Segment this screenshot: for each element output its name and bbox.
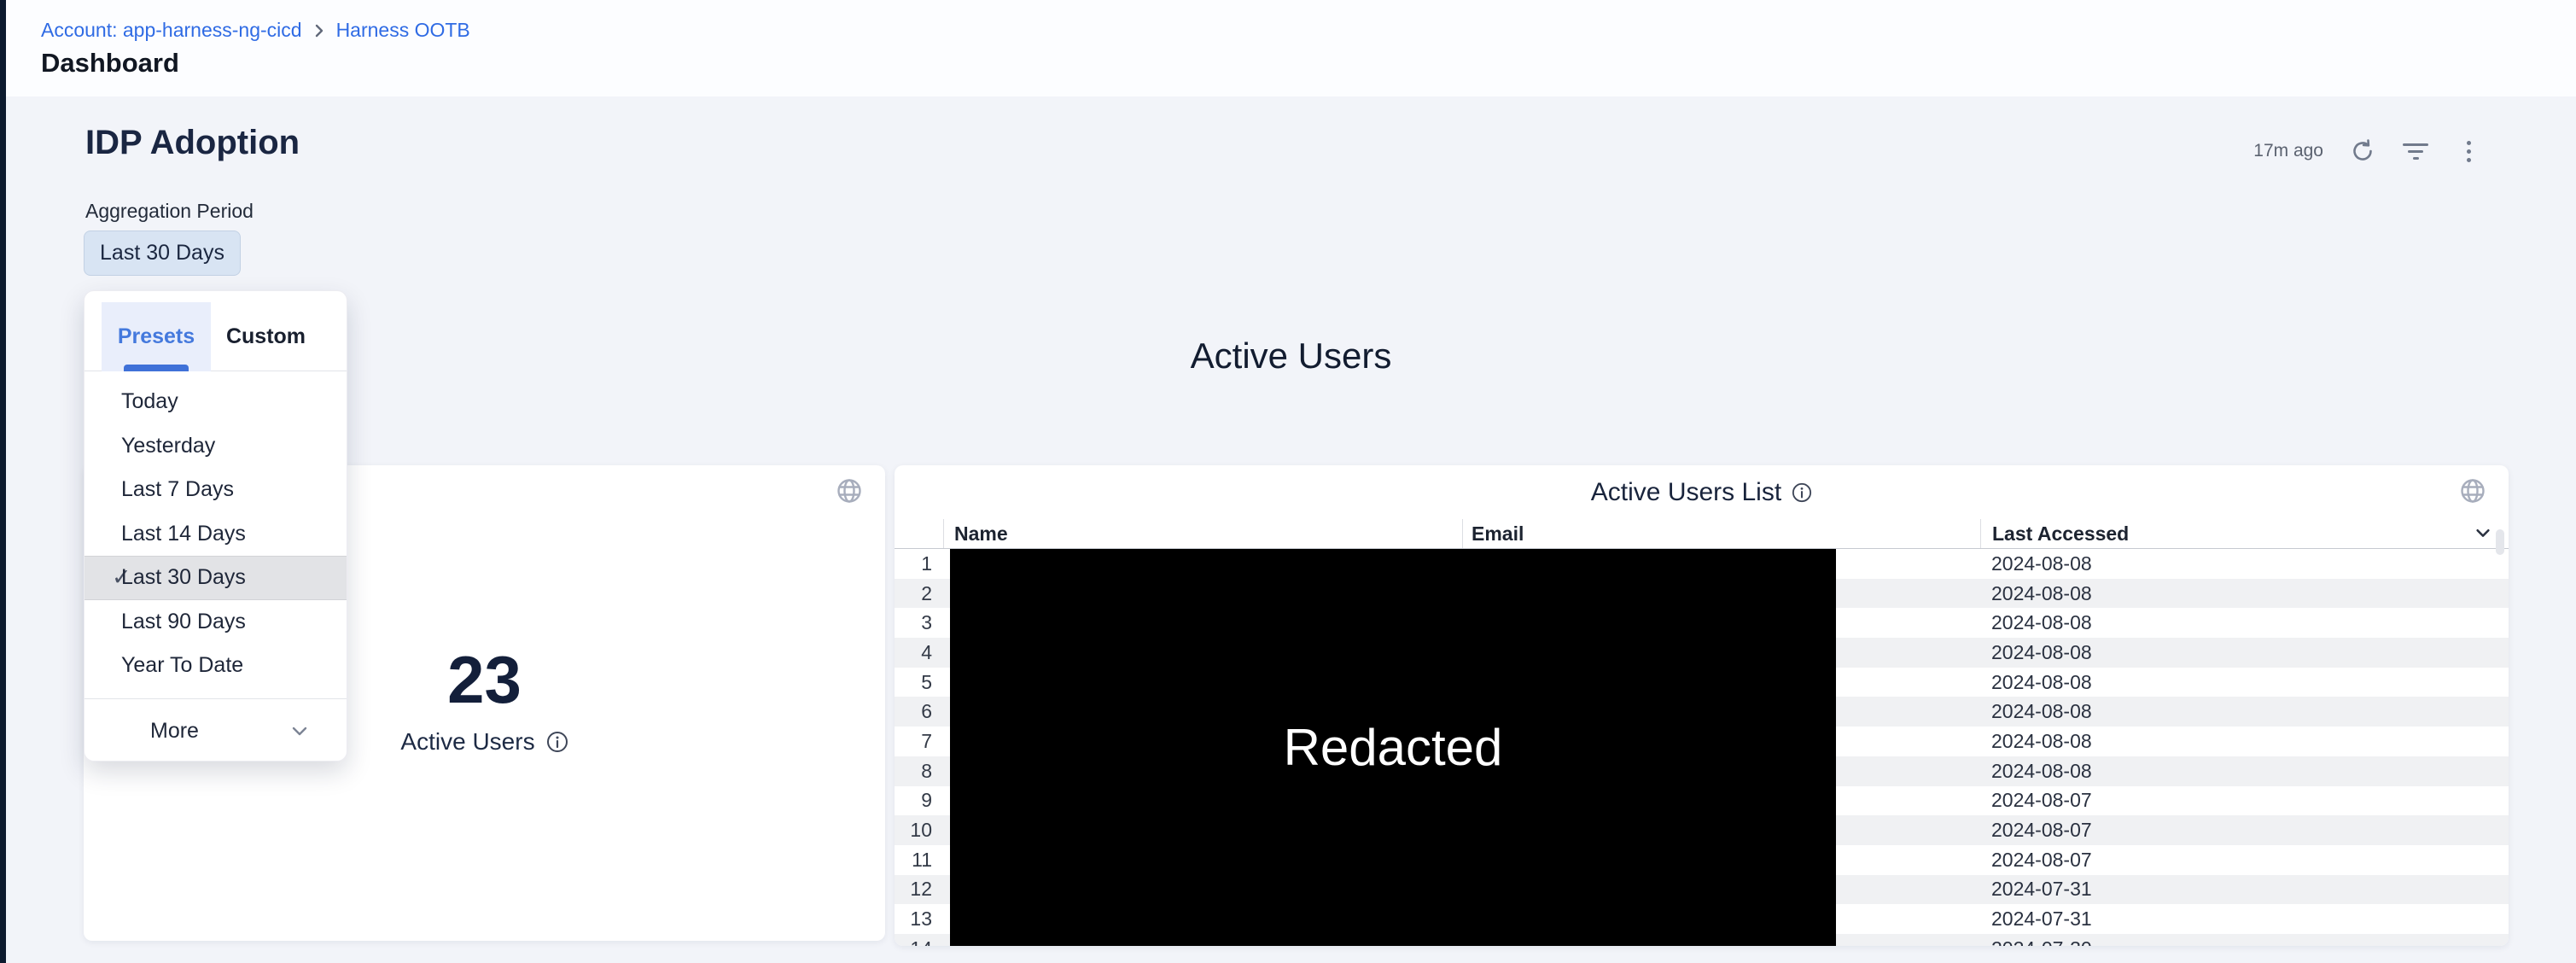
- preset-option-label: Last 14 Days: [121, 522, 246, 546]
- preset-option-label: Year To Date: [121, 653, 243, 678]
- cell-last: 2024-07-31: [1980, 875, 2509, 905]
- table-title-row: Active Users List: [895, 465, 2509, 519]
- cell-last: 2024-08-08: [1980, 579, 2509, 609]
- section-heading: Active Users: [6, 336, 2576, 376]
- redaction-label: Redacted: [1284, 718, 1503, 777]
- cell-num: 14: [895, 934, 943, 946]
- stat-label: Active Users: [400, 728, 534, 756]
- breadcrumb-dashboard-link[interactable]: Harness OOTB: [336, 19, 470, 42]
- more-option[interactable]: More: [85, 698, 347, 762]
- cell-num: 4: [895, 638, 943, 668]
- tab-presets[interactable]: Presets: [102, 302, 211, 371]
- cell-num: 10: [895, 815, 943, 845]
- column-header-last-accessed[interactable]: Last Accessed: [1980, 519, 2509, 548]
- preset-option-label: Last 30 Days: [121, 565, 246, 590]
- cell-last: 2024-08-08: [1980, 638, 2509, 668]
- dashboard-content: IDP Adoption 17m ago Aggregation Period …: [6, 96, 2576, 963]
- cell-last: 2024-07-31: [1980, 904, 2509, 934]
- aggregation-period-button[interactable]: Last 30 Days: [84, 231, 241, 276]
- table-header-row: Name Email Last Accessed: [895, 519, 2509, 549]
- page-title: Dashboard: [41, 48, 179, 79]
- preset-option[interactable]: Yesterday: [85, 424, 347, 469]
- dashboard-toolbar: 17m ago: [2253, 137, 2482, 165]
- chevron-down-icon: [290, 721, 309, 740]
- cell-num: 2: [895, 579, 943, 609]
- dropdown-tabs: Presets Custom: [85, 291, 347, 371]
- preset-option-label: Last 90 Days: [121, 610, 246, 634]
- preset-option-label: Today: [121, 389, 178, 414]
- table-title: Active Users List: [1591, 478, 1781, 507]
- preset-option[interactable]: ✓Last 30 Days: [85, 556, 347, 600]
- cell-num: 1: [895, 549, 943, 579]
- cell-last: 2024-08-07: [1980, 815, 2509, 845]
- cell-num: 6: [895, 697, 943, 727]
- column-header-email[interactable]: Email: [1462, 519, 1980, 548]
- cell-last: 2024-08-07: [1980, 845, 2509, 875]
- preset-option-label: Last 7 Days: [121, 477, 234, 502]
- column-header-label: Last Accessed: [1992, 522, 2129, 546]
- kebab-menu-icon[interactable]: [2455, 137, 2482, 165]
- cell-last: 2024-07-30: [1980, 934, 2509, 946]
- cell-last: 2024-08-08: [1980, 608, 2509, 638]
- cell-num: 9: [895, 786, 943, 816]
- preset-option[interactable]: Last 7 Days: [85, 468, 347, 512]
- preset-option[interactable]: Last 14 Days: [85, 512, 347, 557]
- cell-last: 2024-08-08: [1980, 697, 2509, 727]
- row-number-header: [895, 519, 943, 548]
- tab-custom[interactable]: Custom: [221, 302, 311, 371]
- last-refresh-time: 17m ago: [2253, 141, 2323, 161]
- cell-last: 2024-08-08: [1980, 756, 2509, 786]
- aggregation-period-label: Aggregation Period: [85, 200, 254, 223]
- cell-num: 5: [895, 668, 943, 697]
- page-header: Account: app-harness-ng-cicd Harness OOT…: [6, 0, 2576, 96]
- active-users-list-card: Active Users List Name Email Last Access…: [895, 465, 2509, 946]
- column-header-name[interactable]: Name: [943, 519, 1462, 548]
- breadcrumb-account-link[interactable]: Account: app-harness-ng-cicd: [41, 19, 302, 42]
- preset-option-label: Yesterday: [121, 434, 215, 458]
- cell-num: 8: [895, 756, 943, 786]
- check-icon: ✓: [85, 564, 121, 591]
- cell-num: 11: [895, 845, 943, 875]
- filter-icon[interactable]: [2402, 137, 2429, 165]
- cell-last: 2024-08-08: [1980, 727, 2509, 756]
- cell-num: 7: [895, 727, 943, 756]
- date-range-dropdown: Presets Custom Today Yesterday Last 7 Days…: [84, 290, 347, 762]
- more-label: More: [85, 719, 199, 744]
- dashboard-title: IDP Adoption: [85, 124, 300, 162]
- cell-last: 2024-08-07: [1980, 786, 2509, 816]
- breadcrumb: Account: app-harness-ng-cicd Harness OOT…: [41, 19, 470, 42]
- preset-option[interactable]: Today: [85, 380, 347, 424]
- cell-num: 13: [895, 904, 943, 934]
- globe-icon[interactable]: [836, 477, 863, 505]
- cell-last: 2024-08-08: [1980, 668, 2509, 697]
- refresh-icon[interactable]: [2349, 137, 2376, 165]
- cell-num: 3: [895, 608, 943, 638]
- preset-list: TodayYesterdayLast 7 DaysLast 14 Days✓La…: [85, 371, 347, 688]
- cell-num: 12: [895, 875, 943, 905]
- scrollbar-thumb[interactable]: [2496, 529, 2504, 555]
- preset-option[interactable]: Last 90 Days: [85, 600, 347, 645]
- cell-last: 2024-08-08: [1980, 549, 2509, 579]
- chevron-right-icon: [312, 24, 326, 38]
- collapsed-sidebar-edge: [0, 0, 6, 963]
- chevron-down-icon[interactable]: [2474, 524, 2491, 541]
- table-body: 1 2024-08-08 2 2024-08-08 3 2024-08-08 4 2024-0…: [895, 549, 2509, 946]
- info-icon[interactable]: [1792, 482, 1812, 503]
- preset-option[interactable]: Year To Date: [85, 644, 347, 688]
- info-icon[interactable]: [546, 731, 568, 753]
- globe-icon[interactable]: [2459, 477, 2486, 505]
- redaction-overlay: Redacted: [950, 549, 1836, 946]
